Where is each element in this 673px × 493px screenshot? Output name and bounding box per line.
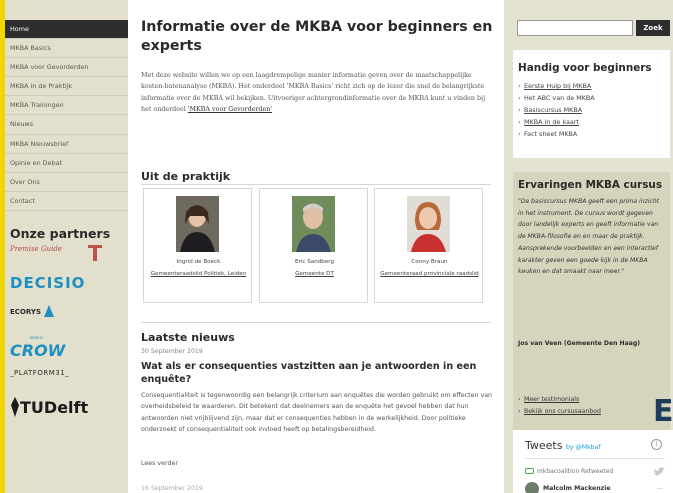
nav-item-mkba-voor-gevorderden[interactable]: MKBA voor Gevorderden — [5, 58, 128, 78]
divider — [525, 458, 665, 459]
nav-item-opinie-en-debat[interactable]: Opinie en Debat — [5, 154, 128, 173]
person-photo — [176, 196, 219, 252]
list-item[interactable]: › Basiscursus MKBA — [518, 104, 595, 116]
praktijk-card[interactable]: Ingrid de Boeck Gemeenteraadslid Politie… — [143, 188, 252, 303]
divider — [141, 322, 491, 323]
retweet-icon — [525, 468, 534, 474]
crow-tagline: kennis — [30, 335, 43, 340]
news-date: 30 September 2019 — [141, 348, 203, 355]
beginners-link[interactable]: Fact sheet MKBA — [524, 130, 577, 138]
tweets-handle-text: @Mkbaf — [575, 444, 601, 451]
main-content: Informatie over de MKBA voor beginners e… — [128, 0, 504, 493]
list-item[interactable]: › Fact sheet MKBA — [518, 128, 595, 140]
person-name: Ingrid de Boeck — [176, 259, 221, 265]
intro-paragraph: Met deze website willen we op een laagdr… — [141, 70, 493, 115]
beginners-link[interactable]: MKBA in de kaart — [524, 118, 579, 126]
gevorderden-link[interactable]: 'MKBA voor Gevorderden' — [188, 106, 272, 113]
testimonials-link[interactable]: Meer testimonials — [524, 396, 579, 403]
tweets-header: Tweets by @Mkbaf — [525, 439, 601, 452]
main-nav: Home MKBA Basics MKBA voor Gevorderden MKBA… — [5, 20, 128, 211]
retweet-row: mkbacoalition Retweeted — [525, 468, 613, 475]
nav-item-home[interactable]: Home — [5, 20, 128, 40]
nav-item-contact[interactable]: Contact — [5, 192, 128, 211]
praktijk-card[interactable]: Conny Braun Gemeenteraad provinciale raa… — [374, 188, 483, 303]
experiences-widget: Ervaringen MKBA cursus "De basiscursus M… — [513, 172, 670, 430]
beginners-link[interactable]: Het ABC van de MKBA — [524, 94, 595, 102]
beginners-heading: Handig voor beginners — [518, 62, 652, 74]
tweets-by-label: by — [565, 444, 574, 451]
crow-logo[interactable]: CROW — [10, 341, 65, 360]
left-sidebar: Home MKBA Basics MKBA voor Gevorderden MKBA… — [0, 0, 128, 493]
news-heading: Laatste nieuws — [141, 331, 235, 344]
tweets-handle[interactable]: by @Mkbaf — [566, 444, 601, 451]
read-more-link[interactable]: Lees verder — [141, 460, 178, 467]
platform31-logo[interactable]: _PLATFORM31_ — [10, 369, 69, 377]
partners-heading: Onze partners — [10, 226, 111, 241]
tweets-title: Tweets — [525, 439, 563, 452]
person-name: Conny Braun — [411, 259, 448, 265]
nav-item-nieuws[interactable]: Nieuws — [5, 115, 128, 135]
list-item[interactable]: › Het ABC van de MKBA — [518, 92, 595, 104]
list-item[interactable]: › Meer testimonials — [518, 394, 601, 406]
news-body: Consequentialiteit is tegenwoordig een b… — [141, 392, 493, 433]
divider — [141, 184, 491, 185]
search-button[interactable]: Zoek — [636, 20, 670, 36]
right-column: Zoek Handig voor beginners › Eerste Hulp … — [504, 0, 673, 493]
beginners-list: › Eerste Hulp bij MKBA › Het ABC van de MKB… — [518, 80, 595, 140]
avatar[interactable] — [525, 482, 539, 493]
premise-logo[interactable]: Premise Guide — [10, 245, 62, 253]
tweet-author[interactable]: Malcolm Mackenzie — [543, 485, 611, 492]
premise-mark-icon — [88, 245, 102, 261]
experiences-links: › Meer testimonials › Bekijk ons cursusaan… — [518, 394, 601, 418]
tudelft-logo[interactable]: TUDelft — [20, 398, 88, 417]
page-title: Informatie over de MKBA voor beginners e… — [141, 19, 493, 54]
econ-mark-icon — [44, 305, 54, 317]
course-offer-link[interactable]: Bekijk ons cursusaanbod — [524, 408, 601, 415]
nav-item-over-ons[interactable]: Over Ons — [5, 173, 128, 192]
retweet-label: mkbacoalition Retweeted — [537, 468, 614, 475]
nav-item-mkba-in-de-praktijk[interactable]: MKBA in de Praktijk — [5, 77, 128, 97]
list-item[interactable]: › Bekijk ons cursusaanbod — [518, 406, 601, 418]
search-input[interactable] — [517, 20, 633, 36]
praktijk-card[interactable]: Eric Sandberg Gemeente DT — [259, 188, 368, 303]
list-item[interactable]: › MKBA in de kaart — [518, 116, 595, 128]
news-date: 16 September 2019 — [141, 485, 203, 492]
person-role-link[interactable]: Gemeenteraadslid Politiek, Leiden — [148, 269, 249, 279]
ecorys-logo[interactable]: ECORYS — [10, 308, 41, 316]
experiences-author: Jos van Veen (Gemeente Den Haag) — [518, 340, 641, 347]
bird-icon[interactable] — [653, 467, 665, 477]
person-role-link[interactable]: Gemeenteraad provinciale raadslid — [379, 269, 480, 279]
praktijk-heading: Uit de praktijk — [141, 170, 231, 183]
beginners-widget: Handig voor beginners › Eerste Hulp bij M… — [513, 50, 670, 158]
clipped-logo-letter: E — [653, 394, 673, 429]
beginners-link[interactable]: Eerste Hulp bij MKBA — [524, 82, 591, 90]
experiences-heading: Ervaringen MKBA cursus — [518, 179, 663, 191]
beginners-link[interactable]: Basiscursus MKBA — [524, 106, 582, 114]
person-name: Eric Sandberg — [294, 259, 335, 265]
nav-item-mkba-basics[interactable]: MKBA Basics — [5, 39, 128, 59]
person-photo — [292, 196, 335, 252]
tweets-widget: Tweets by @Mkbaf i mkbacoalition Retweet… — [513, 430, 673, 493]
more-icon[interactable]: ··· — [656, 485, 663, 493]
list-item[interactable]: › Eerste Hulp bij MKBA — [518, 80, 595, 92]
tudelft-mark-icon — [11, 397, 19, 417]
experiences-quote: "De basiscursus MKBA geeft een prima inz… — [518, 198, 660, 276]
decisio-logo[interactable]: DECISIO — [10, 274, 85, 292]
info-icon[interactable]: i — [651, 439, 662, 450]
nav-item-mkba-trainingen[interactable]: MKBA Trainingen — [5, 96, 128, 116]
news-title-link[interactable]: Wat als er consequenties vastzitten aan … — [141, 360, 491, 386]
person-photo — [407, 196, 450, 252]
nav-item-mkba-nieuwsbrief[interactable]: MKBA Nieuwsbrief — [5, 135, 128, 154]
person-role-link[interactable]: Gemeente DT — [264, 269, 365, 279]
